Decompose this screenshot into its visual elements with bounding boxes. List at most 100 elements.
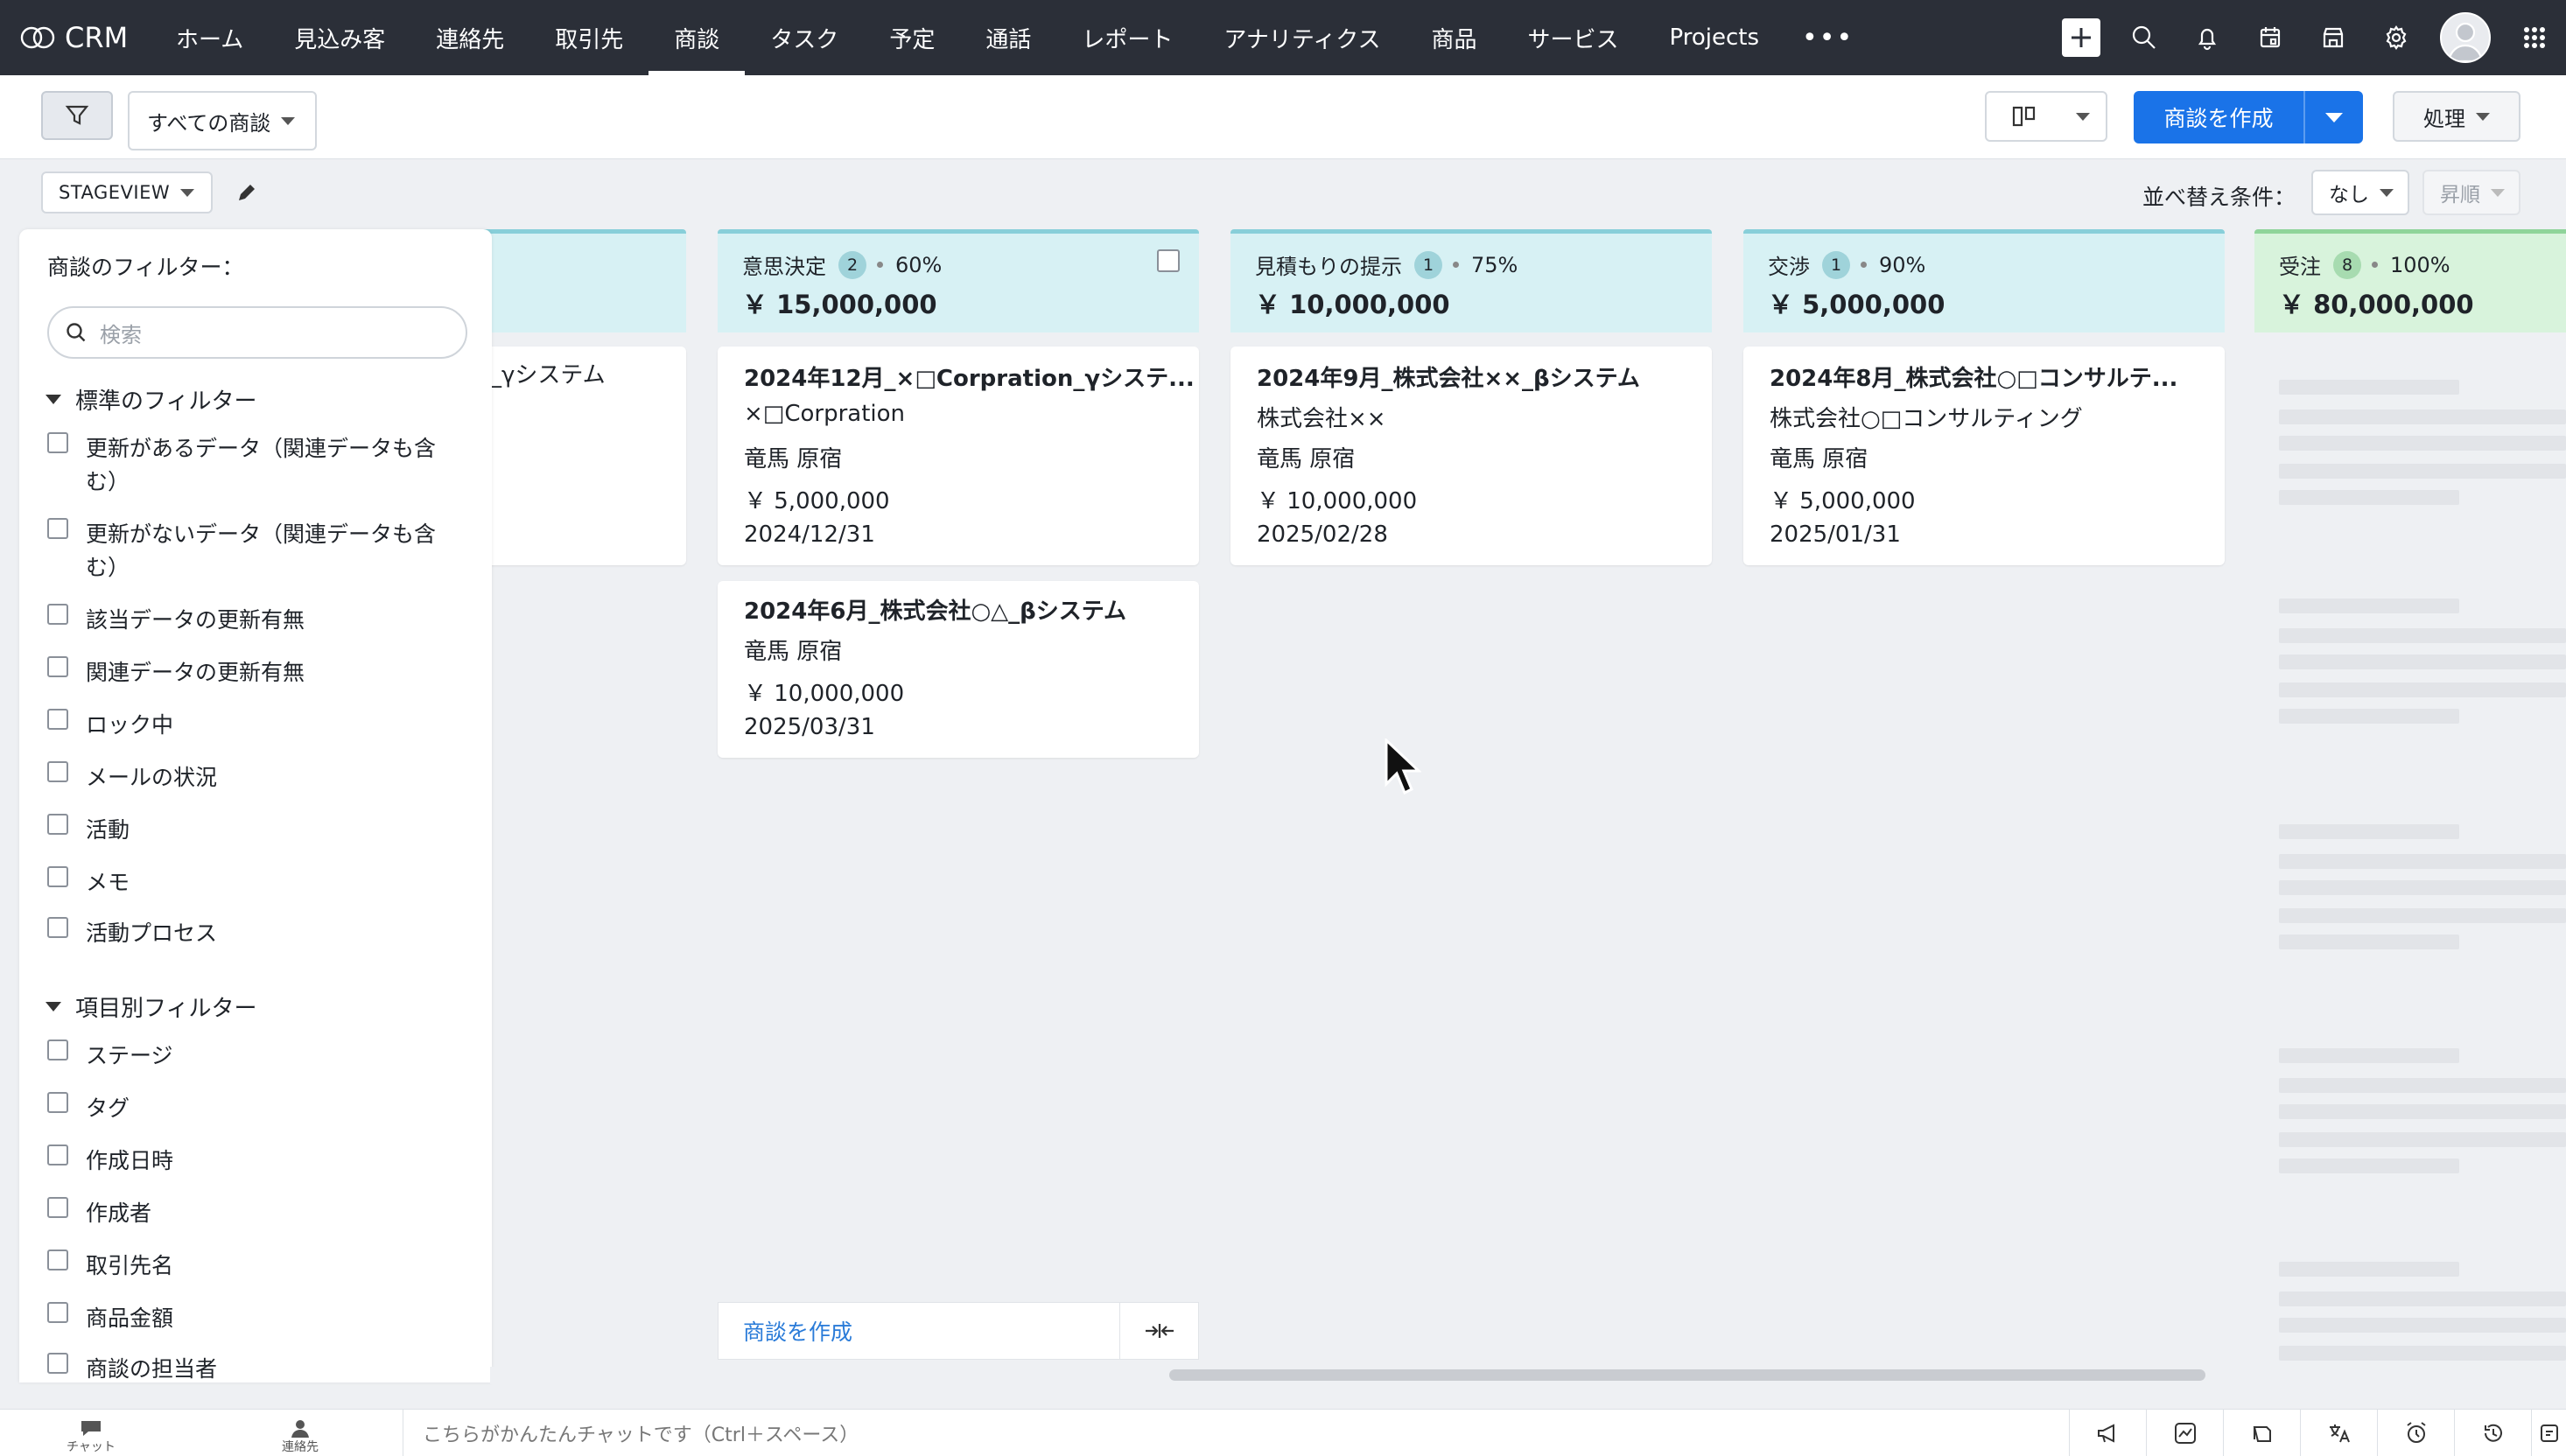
alarm-clock-icon[interactable] <box>2377 1410 2454 1456</box>
filter-item[interactable]: 活動プロセス <box>47 917 436 950</box>
search-icon[interactable] <box>2113 0 2176 75</box>
filter-checkbox[interactable] <box>47 866 68 887</box>
scrollbar-thumb[interactable] <box>1169 1369 2205 1381</box>
quick-create-button[interactable] <box>2050 0 2113 75</box>
column-create-deal-link[interactable]: 商談を作成 <box>719 1303 1119 1359</box>
filter-checkbox[interactable] <box>47 1250 68 1270</box>
deal-card[interactable]: 2024年9月_株式会社××_βシステム 株式会社×× 竜馬 原宿 ￥ 10,0… <box>1230 346 1712 565</box>
filter-label: ロック中 <box>86 712 174 738</box>
filter-checkbox[interactable] <box>47 761 68 782</box>
filter-item[interactable]: 更新がないデータ（関連データも含む） <box>47 518 436 584</box>
create-deal-label[interactable]: 商談を作成 <box>2134 91 2303 144</box>
top-navigation-bar: CRM ホーム 見込み客 連絡先 取引先 商談 タスク 予定 通話 レポート ア… <box>0 0 2566 75</box>
filter-item[interactable]: 作成者 <box>47 1197 436 1230</box>
translate-icon[interactable] <box>2300 1410 2377 1456</box>
history-icon[interactable] <box>2454 1410 2531 1456</box>
calendar-icon[interactable] <box>2239 0 2302 75</box>
standard-filters-section[interactable]: 標準のフィルター <box>46 383 256 416</box>
filter-checkbox[interactable] <box>47 814 68 835</box>
filter-item[interactable]: 商品金額 <box>47 1302 436 1335</box>
filter-item[interactable]: 活動 <box>47 814 436 847</box>
nav-home[interactable]: ホーム <box>151 0 269 75</box>
marketplace-icon[interactable] <box>2302 0 2365 75</box>
sort-field-select[interactable]: なし <box>2311 170 2409 215</box>
nav-projects[interactable]: Projects <box>1644 0 1785 75</box>
deal-title[interactable]: 2024年9月_株式会社××_βシステム <box>1257 360 1640 393</box>
nav-deals[interactable]: 商談 <box>649 0 746 75</box>
stage-select-checkbox[interactable] <box>1157 249 1180 272</box>
nav-more-icon[interactable]: ••• <box>1784 23 1871 53</box>
deal-card[interactable]: 2024年12月_×□Corpration_γシステ... ×□Corprati… <box>718 346 1199 565</box>
filter-toggle-button[interactable] <box>41 91 113 140</box>
filter-item[interactable]: 商談の担当者 <box>47 1353 436 1382</box>
edit-pencil-icon[interactable] <box>235 180 259 205</box>
filter-item[interactable]: メモ <box>47 866 436 900</box>
sort-order-select[interactable]: 昇順 <box>2422 170 2520 215</box>
nav-accounts[interactable]: 取引先 <box>529 0 649 75</box>
filter-checkbox[interactable] <box>47 1144 68 1166</box>
board-horizontal-scrollbar[interactable] <box>490 1367 2566 1384</box>
sync-icon[interactable] <box>2223 1410 2300 1456</box>
filter-item[interactable]: 更新があるデータ（関連データも含む） <box>47 432 436 499</box>
field-filters-section[interactable]: 項目別フィルター <box>46 990 256 1023</box>
deal-card[interactable]: 2024年6月_株式会社○△_βシステム 竜馬 原宿 ￥ 10,000,000 … <box>718 581 1199 758</box>
user-avatar[interactable] <box>2428 0 2503 75</box>
filter-item[interactable]: タグ <box>47 1092 436 1125</box>
nav-tasks[interactable]: タスク <box>745 0 864 75</box>
filter-search-input[interactable]: 検索 <box>47 306 467 359</box>
nav-contacts[interactable]: 連絡先 <box>410 0 529 75</box>
column-create-deal: 商談を作成 <box>718 1302 1199 1360</box>
footer-contacts-button[interactable]: 連絡先 <box>282 1418 319 1455</box>
filter-item[interactable]: 該当データの更新有無 <box>47 604 436 637</box>
deal-account: ×□Corpration <box>744 401 906 427</box>
gear-icon[interactable] <box>2365 0 2428 75</box>
deal-owner: 竜馬 原宿 <box>1770 446 1868 472</box>
separator-dot <box>877 262 883 268</box>
filter-checkbox[interactable] <box>47 1040 68 1060</box>
filter-item[interactable]: メールの状況 <box>47 761 436 794</box>
stageview-select[interactable]: STAGEVIEW <box>41 172 213 214</box>
activity-chart-icon[interactable] <box>2146 1410 2223 1456</box>
filter-item[interactable]: 取引先名 <box>47 1250 436 1283</box>
actions-button[interactable]: 処理 <box>2393 91 2520 142</box>
bell-icon[interactable] <box>2176 0 2239 75</box>
filter-checkbox[interactable] <box>47 709 68 730</box>
deal-title[interactable]: 2024年12月_×□Corpration_γシステ... <box>744 360 1195 393</box>
filter-checkbox[interactable] <box>47 917 68 938</box>
filter-checkbox[interactable] <box>47 1302 68 1323</box>
nav-calls[interactable]: 通話 <box>960 0 1056 75</box>
filter-checkbox[interactable] <box>47 432 68 453</box>
filter-item[interactable]: ロック中 <box>47 709 436 742</box>
filter-checkbox[interactable] <box>47 604 68 625</box>
nav-reports[interactable]: レポート <box>1056 0 1198 75</box>
collapse-column-icon[interactable] <box>1119 1303 1198 1359</box>
create-deal-button[interactable]: 商談を作成 <box>2134 91 2363 144</box>
create-deal-dropdown[interactable] <box>2303 91 2363 144</box>
filter-checkbox[interactable] <box>47 1353 68 1374</box>
filter-checkbox[interactable] <box>47 1197 68 1218</box>
quick-chat-input[interactable]: こちらがかんたんチャットです（Ctrl＋スペース） <box>403 1410 2048 1456</box>
crm-logo[interactable]: CRM <box>19 21 151 54</box>
footer-chat-button[interactable]: チャット <box>67 1418 116 1455</box>
deal-title[interactable]: 2024年8月_株式会社○□コンサルテ... <box>1770 360 2177 393</box>
filter-checkbox[interactable] <box>47 656 68 677</box>
nav-services[interactable]: サービス <box>1503 0 1644 75</box>
nav-events[interactable]: 予定 <box>864 0 960 75</box>
feedback-icon[interactable] <box>2531 1410 2566 1456</box>
filter-item[interactable]: 作成日時 <box>47 1144 436 1178</box>
nav-products[interactable]: 商品 <box>1406 0 1503 75</box>
filter-item[interactable]: 関連データの更新有無 <box>47 656 436 690</box>
announcement-icon[interactable] <box>2069 1410 2146 1456</box>
deal-card[interactable]: 2024年8月_株式会社○□コンサルテ... 株式会社○□コンサルティング 竜馬… <box>1743 346 2225 565</box>
layout-switch-select[interactable] <box>1985 91 2107 142</box>
filter-checkbox[interactable] <box>47 518 68 539</box>
apps-grid-icon[interactable] <box>2503 0 2566 75</box>
nav-analytics[interactable]: アナリティクス <box>1198 0 1406 75</box>
nav-leads[interactable]: 見込み客 <box>269 0 410 75</box>
deal-account: 株式会社○□コンサルティング <box>1770 406 2083 432</box>
filter-checkbox[interactable] <box>47 1092 68 1113</box>
deal-title[interactable]: 2024年6月_株式会社○△_βシステム <box>744 593 1126 626</box>
custom-view-select[interactable]: すべての商談 <box>128 91 317 150</box>
deal-card-partial[interactable]: _γシステム <box>473 346 686 565</box>
filter-item[interactable]: ステージ <box>47 1040 436 1073</box>
